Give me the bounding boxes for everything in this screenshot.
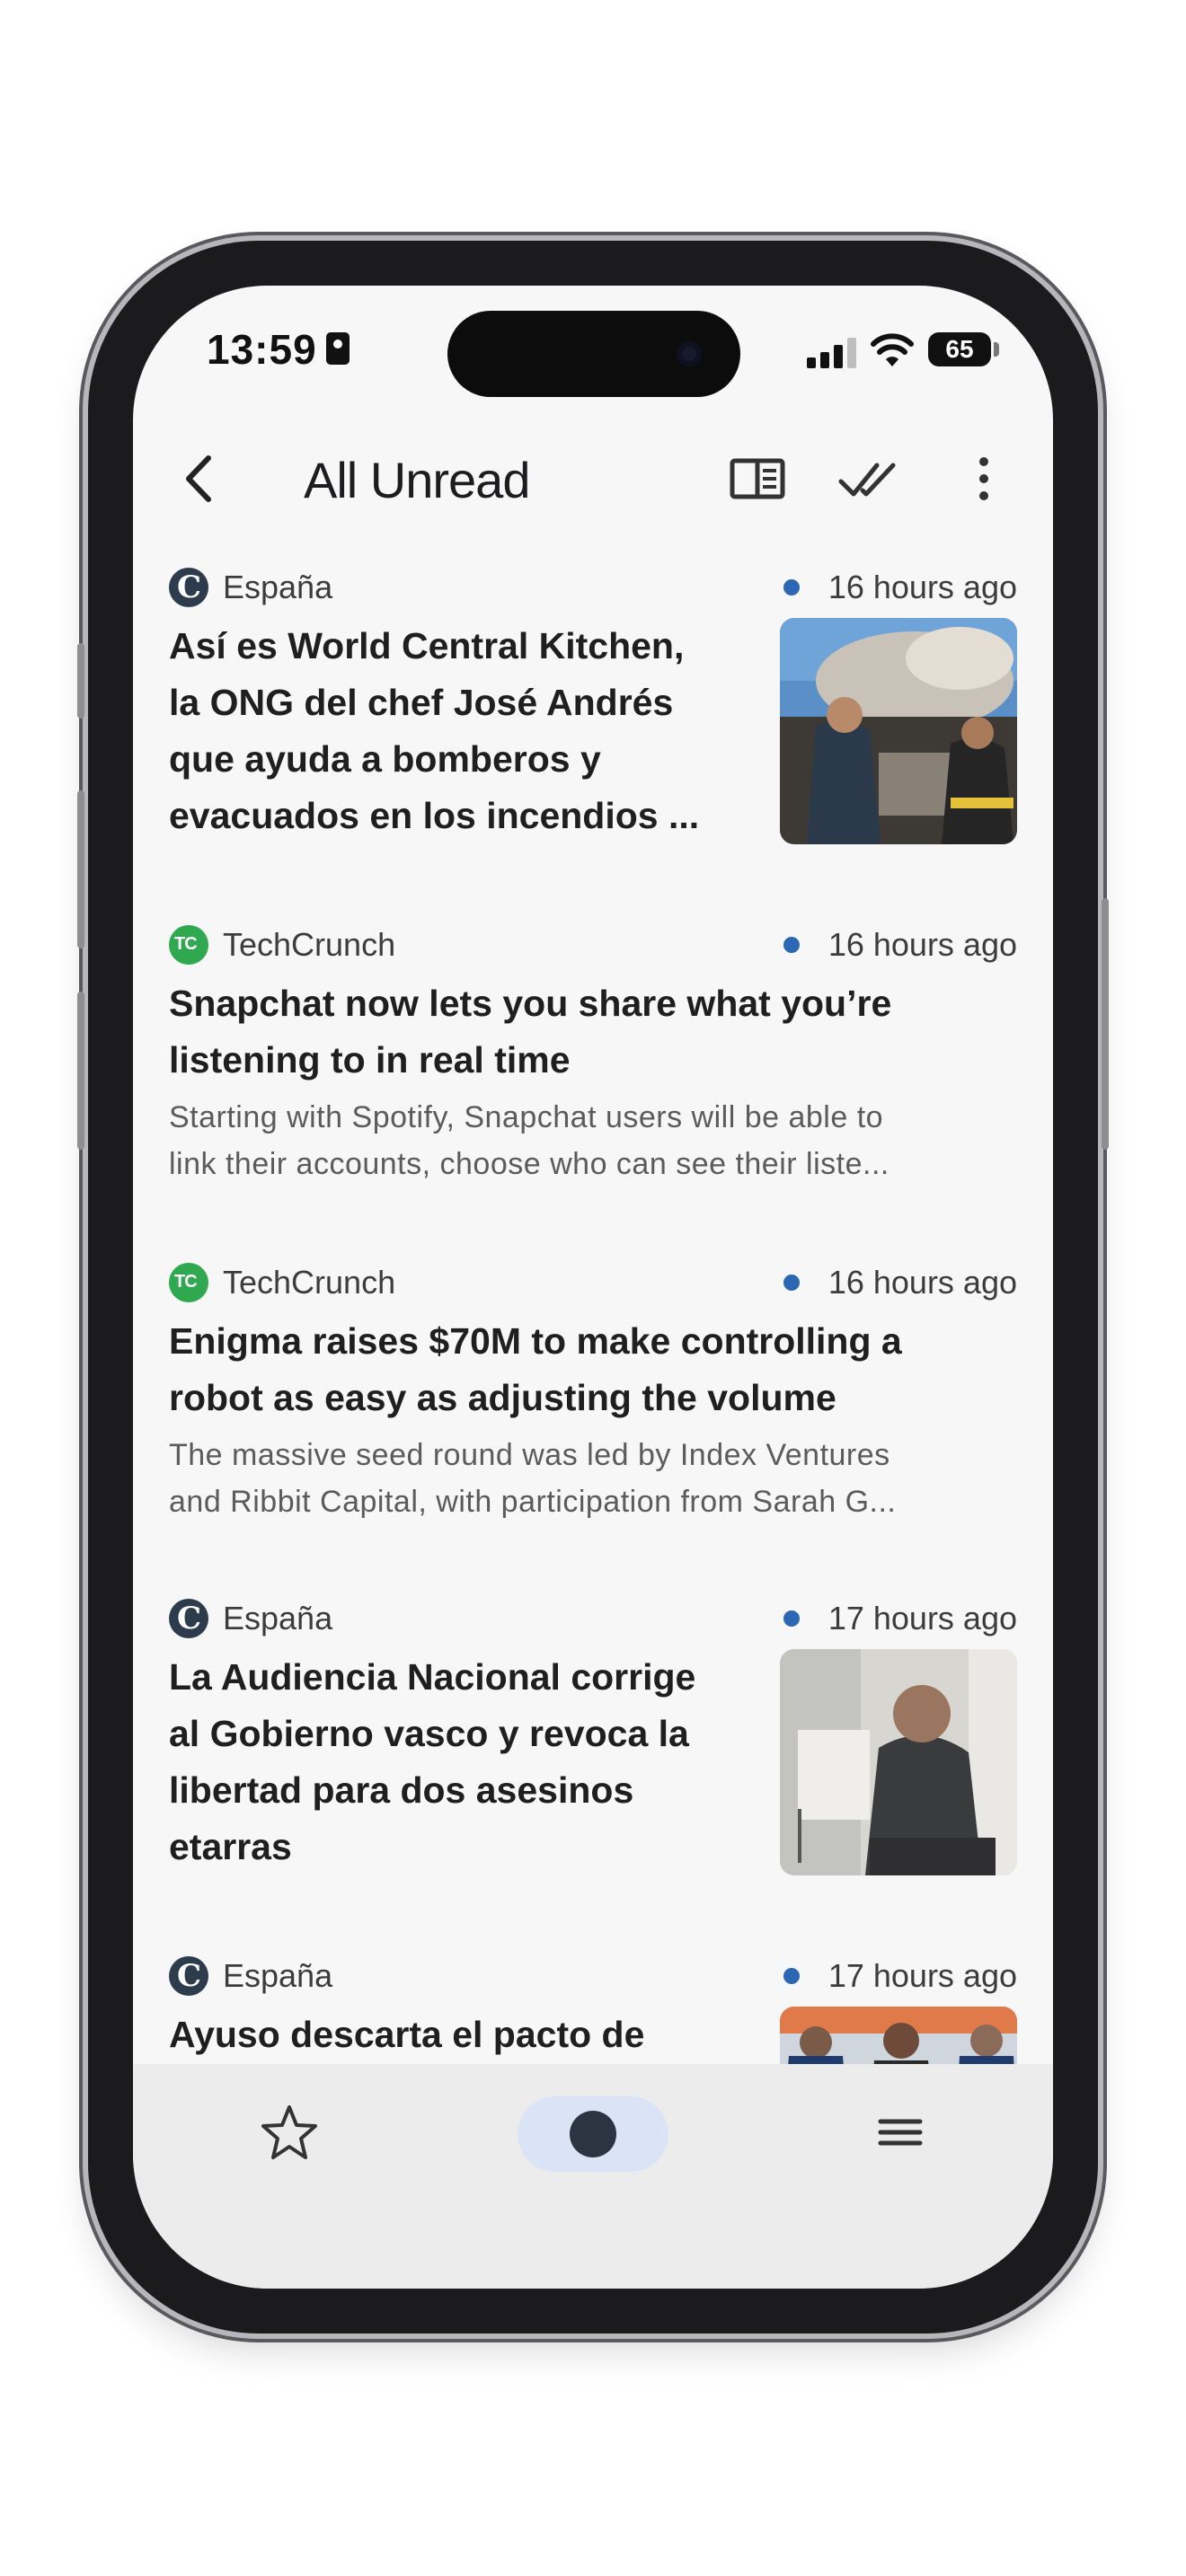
unread-dot-icon <box>783 1275 800 1291</box>
techcrunch-logo-icon <box>169 925 208 965</box>
article-time: 16 hours ago <box>828 1264 1017 1301</box>
star-icon[interactable] <box>252 2095 327 2170</box>
headline-line: Ayuso descarta el pacto de <box>169 2014 645 2055</box>
article-item[interactable]: España 17 hours ago Ayuso descarta el pa… <box>169 1956 1017 2064</box>
menu-icon[interactable] <box>863 2095 938 2170</box>
headline-line: evacuados en los incendios ... <box>169 795 700 836</box>
power-button <box>1102 898 1109 1150</box>
summary-line: The massive seed round was led by Index … <box>169 1438 890 1472</box>
article-thumbnail[interactable] <box>780 2007 1017 2064</box>
article-item[interactable]: TechCrunch 16 hours ago Enigma raises $7… <box>169 1263 1017 1532</box>
battery-tip <box>994 342 999 357</box>
summary-line: and Ribbit Capital, with participation f… <box>169 1485 897 1519</box>
headline-line: La Audiencia Nacional corrige <box>169 1656 696 1698</box>
article-thumbnail[interactable] <box>780 618 1017 844</box>
article-time: 17 hours ago <box>828 1600 1017 1636</box>
unread-dot-icon <box>783 1610 800 1627</box>
article-source-row: España 16 hours ago <box>169 568 1017 607</box>
volume-down-button <box>77 992 84 1150</box>
dynamic-island <box>447 311 740 397</box>
article-headline: Así es World Central Kitchen, la ONG del… <box>169 618 699 844</box>
summary-line: link their accounts, choose who can see … <box>169 1147 890 1181</box>
headline-line: listening to in real time <box>169 1039 571 1081</box>
headline-line: libertad para dos asesinos <box>169 1769 634 1811</box>
volume-up-button <box>77 790 84 948</box>
article-source-row: España 17 hours ago <box>169 1599 1017 1638</box>
article-summary: Starting with Spotify, Snapchat users wi… <box>169 1094 890 1187</box>
battery-indicator: 65 <box>928 332 991 366</box>
article-headline: Ayuso descarta el pacto de <box>169 2007 644 2063</box>
article-item[interactable]: TechCrunch 16 hours ago Snapchat now let… <box>169 925 1017 1195</box>
article-source: España <box>223 1957 333 1994</box>
phone-screen: 13:59 65 All Unread C España 16 hours ag… <box>133 286 1053 2289</box>
headline-line: etarras <box>169 1826 292 1867</box>
article-item[interactable]: España 17 hours ago La Audiencia Naciona… <box>169 1599 1017 1895</box>
article-source-row: TechCrunch 16 hours ago <box>169 925 1017 965</box>
headline-line: al Gobierno vasco y revoca la <box>169 1713 689 1754</box>
article-time: 16 hours ago <box>828 569 1017 605</box>
unread-filled-circle-icon <box>570 2111 616 2157</box>
article-headline: Snapchat now lets you share what you’re … <box>169 975 891 1089</box>
article-source-row: TechCrunch 16 hours ago <box>169 1263 1017 1302</box>
article-time: 17 hours ago <box>828 1957 1017 1994</box>
article-time: 16 hours ago <box>828 926 1017 963</box>
unread-dot-icon <box>783 579 800 595</box>
article-source: TechCrunch <box>223 926 396 963</box>
headline-line: Snapchat now lets you share what you’re <box>169 983 892 1024</box>
cellular-signal-icon <box>807 338 861 368</box>
article-thumbnail[interactable] <box>780 1649 1017 1875</box>
id-card-icon <box>326 332 350 365</box>
headline-line: robot as easy as adjusting the volume <box>169 1377 836 1418</box>
espana-logo-icon <box>169 1599 208 1638</box>
wifi-icon <box>871 333 914 366</box>
article-headline: La Audiencia Nacional corrige al Gobiern… <box>169 1649 695 1875</box>
summary-line: Starting with Spotify, Snapchat users wi… <box>169 1100 884 1134</box>
unread-dot-icon <box>783 1968 800 1984</box>
article-source: España <box>223 1600 333 1636</box>
article-headline: Enigma raises $70M to make controlling a… <box>169 1313 902 1426</box>
page-title: All Unread <box>304 452 530 508</box>
article-source: España <box>223 569 333 605</box>
camera-icon <box>677 341 702 366</box>
reader-view-icon[interactable] <box>724 446 791 512</box>
headline-line: la ONG del chef José Andrés <box>169 682 674 723</box>
techcrunch-logo-icon <box>169 1263 208 1302</box>
article-item[interactable]: España 16 hours ago Así es World Central… <box>169 568 1017 864</box>
headline-line: Así es World Central Kitchen, <box>169 625 685 666</box>
more-options-icon[interactable] <box>951 446 1017 512</box>
unread-dot-icon <box>783 937 800 953</box>
article-source: TechCrunch <box>223 1264 396 1301</box>
headline-line: Enigma raises $70M to make controlling a <box>169 1320 902 1362</box>
mark-all-read-icon[interactable] <box>836 446 902 512</box>
bottom-navigation <box>133 2064 1053 2289</box>
article-summary: The massive seed round was led by Index … <box>169 1432 896 1525</box>
article-source-row: España 17 hours ago <box>169 1956 1017 1996</box>
espana-logo-icon <box>169 568 208 607</box>
action-button <box>77 643 84 719</box>
status-time: 13:59 <box>207 326 317 373</box>
espana-logo-icon <box>169 1956 208 1996</box>
headline-line: que ayuda a bomberos y <box>169 738 601 780</box>
app-bar: All Unread <box>133 420 1053 537</box>
back-arrow-icon[interactable] <box>167 446 234 512</box>
